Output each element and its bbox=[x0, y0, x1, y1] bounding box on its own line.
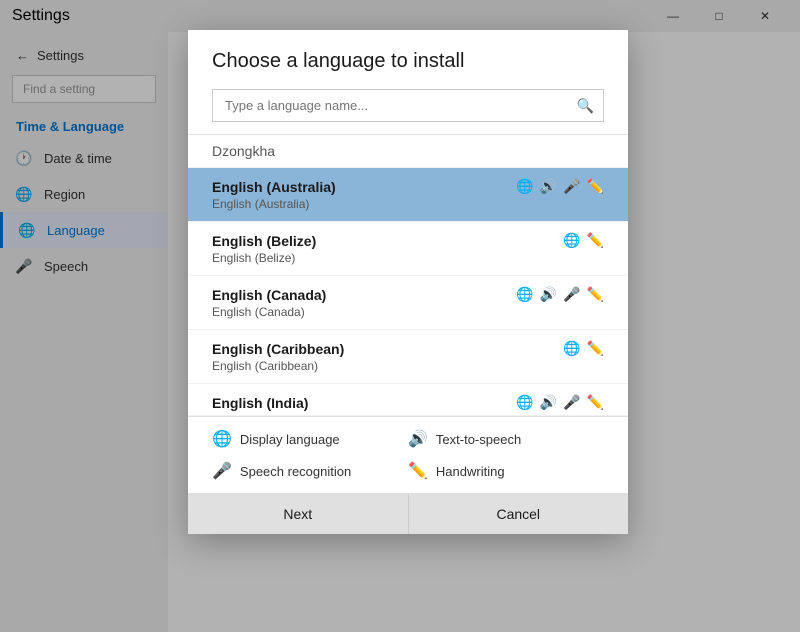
legend-speech-recognition: 🎤 Speech recognition bbox=[212, 461, 408, 481]
legend-row-2: 🎤 Speech recognition ✏️ Handwriting bbox=[188, 461, 628, 493]
handwriting-icon: ✏️ bbox=[587, 178, 604, 195]
handwriting-icon: ✏️ bbox=[587, 286, 604, 303]
display-lang-icon: 🌐 bbox=[563, 340, 580, 357]
lang-icons-caribbean: 🌐 ✏️ bbox=[563, 340, 604, 357]
speech-icon: 🎤 bbox=[563, 178, 580, 195]
display-language-legend-icon: 🌐 bbox=[212, 429, 232, 449]
lang-name-belize: English (Belize) 🌐 ✏️ bbox=[212, 232, 604, 249]
lang-name-caribbean: English (Caribbean) 🌐 ✏️ bbox=[212, 340, 604, 357]
legend-speech-label: Speech recognition bbox=[240, 464, 351, 479]
legend-row: 🌐 Display language 🔊 Text-to-speech bbox=[188, 416, 628, 461]
search-icon: 🔍 bbox=[577, 97, 594, 114]
speech-icon: 🎤 bbox=[563, 286, 580, 303]
lang-sub-belize: English (Belize) bbox=[212, 251, 604, 265]
display-lang-icon: 🌐 bbox=[563, 232, 580, 249]
tts-icon: 🔊 bbox=[540, 394, 557, 411]
list-item-dzongkha-partial[interactable]: Dzongkha bbox=[188, 135, 628, 168]
lang-name-australia: English (Australia) 🌐 🔊 🎤 ✏️ bbox=[212, 178, 604, 195]
dialog-title: Choose a language to install bbox=[188, 30, 628, 89]
display-lang-icon: 🌐 bbox=[516, 286, 533, 303]
search-wrapper: 🔍 bbox=[212, 89, 604, 122]
lang-sub-canada: English (Canada) bbox=[212, 305, 604, 319]
tts-icon: 🔊 bbox=[540, 286, 557, 303]
language-search-input[interactable] bbox=[212, 89, 604, 122]
lang-icons-belize: 🌐 ✏️ bbox=[563, 232, 604, 249]
handwriting-icon: ✏️ bbox=[587, 394, 604, 411]
list-item-english-caribbean[interactable]: English (Caribbean) 🌐 ✏️ English (Caribb… bbox=[188, 330, 628, 384]
legend-display-language: 🌐 Display language bbox=[212, 429, 408, 449]
speech-icon: 🎤 bbox=[563, 394, 580, 411]
list-item-english-india[interactable]: English (India) 🌐 🔊 🎤 ✏️ bbox=[188, 384, 628, 416]
display-lang-icon: 🌐 bbox=[516, 178, 533, 195]
lang-icons-canada: 🌐 🔊 🎤 ✏️ bbox=[516, 286, 604, 303]
lang-name-canada: English (Canada) 🌐 🔊 🎤 ✏️ bbox=[212, 286, 604, 303]
dialog-search-row: 🔍 bbox=[188, 89, 628, 134]
dzongkha-label: Dzongkha bbox=[212, 143, 275, 159]
next-button[interactable]: Next bbox=[188, 494, 408, 534]
list-item-english-australia[interactable]: English (Australia) 🌐 🔊 🎤 ✏️ English (Au… bbox=[188, 168, 628, 222]
lang-name-india: English (India) 🌐 🔊 🎤 ✏️ bbox=[212, 394, 604, 411]
dialog-buttons: Next Cancel bbox=[188, 493, 628, 534]
list-item-english-canada[interactable]: English (Canada) 🌐 🔊 🎤 ✏️ English (Canad… bbox=[188, 276, 628, 330]
lang-sub-australia: English (Australia) bbox=[212, 197, 604, 211]
display-lang-icon: 🌐 bbox=[516, 394, 533, 411]
speech-recognition-legend-icon: 🎤 bbox=[212, 461, 232, 481]
lang-sub-caribbean: English (Caribbean) bbox=[212, 359, 604, 373]
tts-legend-icon: 🔊 bbox=[408, 429, 428, 449]
language-install-dialog: Choose a language to install 🔍 Dzongkha … bbox=[188, 30, 628, 534]
language-list: Dzongkha English (Australia) 🌐 🔊 🎤 ✏️ En… bbox=[188, 134, 628, 416]
legend-tts-label: Text-to-speech bbox=[436, 432, 521, 447]
tts-icon: 🔊 bbox=[540, 178, 557, 195]
legend-tts: 🔊 Text-to-speech bbox=[408, 429, 604, 449]
handwriting-icon: ✏️ bbox=[587, 340, 604, 357]
lang-icons-australia: 🌐 🔊 🎤 ✏️ bbox=[516, 178, 604, 195]
handwriting-icon: ✏️ bbox=[587, 232, 604, 249]
lang-icons-india: 🌐 🔊 🎤 ✏️ bbox=[516, 394, 604, 411]
legend-handwriting-label: Handwriting bbox=[436, 464, 505, 479]
cancel-button[interactable]: Cancel bbox=[408, 494, 629, 534]
list-item-english-belize[interactable]: English (Belize) 🌐 ✏️ English (Belize) bbox=[188, 222, 628, 276]
handwriting-legend-icon: ✏️ bbox=[408, 461, 428, 481]
legend-handwriting: ✏️ Handwriting bbox=[408, 461, 604, 481]
legend-display-label: Display language bbox=[240, 432, 340, 447]
